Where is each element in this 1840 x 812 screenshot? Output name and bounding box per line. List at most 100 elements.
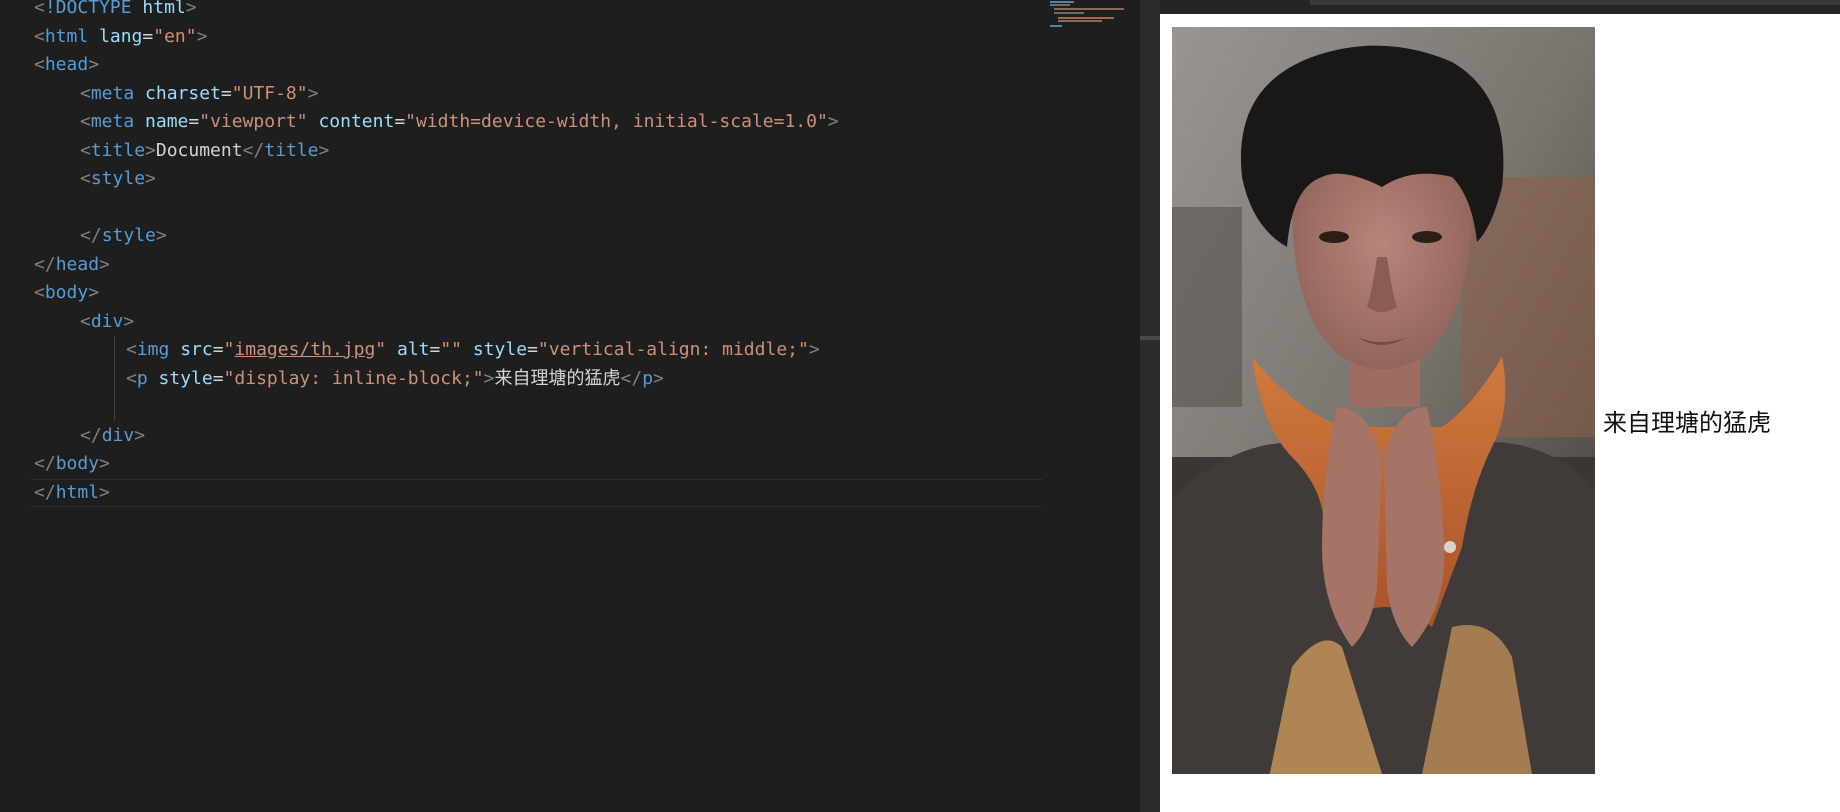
minimap-line bbox=[1054, 12, 1084, 14]
token-punct: < bbox=[34, 25, 45, 47]
token-punct: > bbox=[653, 367, 664, 389]
token-tag: title bbox=[264, 139, 319, 161]
code-editor[interactable]: <!DOCTYPE html> <html lang="en"> <head> … bbox=[0, 0, 1140, 812]
code-line-head-open: <head> bbox=[34, 51, 1039, 80]
token-punct: > bbox=[88, 282, 100, 303]
token-doctype: !DOCTYPE bbox=[44, 0, 132, 18]
code-line-style-close: </style> bbox=[34, 222, 1039, 251]
minimap-line bbox=[1054, 8, 1124, 10]
token-punct: > bbox=[307, 82, 319, 104]
preview-tab-strip[interactable] bbox=[1310, 0, 1840, 5]
token-eq: = bbox=[429, 339, 441, 360]
token-punct: > bbox=[145, 139, 156, 161]
token-attr: style bbox=[462, 339, 528, 360]
token-punct: > bbox=[808, 339, 820, 360]
token-punct: </ bbox=[34, 481, 56, 503]
code-line-html-open: <html lang="en"> bbox=[34, 23, 1039, 52]
token-punct: < bbox=[34, 54, 45, 75]
minimap-line bbox=[1050, 4, 1070, 6]
token-eq: = bbox=[220, 82, 232, 104]
code-line-title: <title>Document</title> bbox=[34, 137, 1039, 166]
splitter-handle[interactable] bbox=[1140, 336, 1160, 340]
token-punct: > bbox=[196, 25, 208, 47]
portrait-photo bbox=[1172, 27, 1595, 774]
token-text: 来自理塘的猛虎 bbox=[494, 367, 621, 389]
token-punct: > bbox=[99, 481, 110, 503]
code-line-div-open: <div> bbox=[34, 308, 1039, 337]
code-line-body-close: </body> bbox=[34, 450, 1039, 479]
token-punct: </ bbox=[242, 139, 265, 161]
token-punct: < bbox=[80, 168, 91, 189]
token-tag: head bbox=[44, 54, 89, 75]
token-punct: > bbox=[134, 424, 146, 446]
token-punct: < bbox=[126, 339, 137, 360]
token-punct: < bbox=[80, 139, 91, 161]
code-line-head-close: </head> bbox=[34, 251, 1039, 280]
token-attr: content bbox=[307, 111, 395, 132]
token-tag: p bbox=[136, 367, 148, 389]
token-punct: < bbox=[80, 310, 91, 332]
token-eq: = bbox=[212, 367, 224, 389]
minimap[interactable] bbox=[1048, 0, 1124, 30]
token-punct: </ bbox=[80, 225, 102, 246]
token-punct: </ bbox=[34, 253, 56, 275]
code-line-doctype: <!DOCTYPE html> bbox=[34, 0, 1039, 23]
code-line-img: <img src="images/th.jpg" alt="" style="v… bbox=[34, 336, 1039, 365]
code-line-meta-viewport: <meta name="viewport" content="width=dev… bbox=[34, 108, 1039, 137]
token-doctype-name: html bbox=[142, 0, 186, 18]
token-tag: style bbox=[90, 168, 146, 189]
code-line-style-open: <style> bbox=[34, 165, 1039, 194]
token-tag: meta bbox=[90, 82, 135, 104]
token-punct: </ bbox=[34, 453, 56, 474]
token-punct: > bbox=[123, 310, 135, 332]
token-tag: html bbox=[44, 25, 89, 47]
token-punct: > bbox=[99, 453, 110, 474]
code-line-p: <p style="display: inline-block;">来自理塘的猛… bbox=[34, 365, 1039, 394]
token-eq: = bbox=[212, 339, 224, 360]
token-tag: body bbox=[44, 282, 89, 303]
token-punct: </ bbox=[80, 424, 102, 446]
token-tag: head bbox=[55, 253, 100, 275]
minimap-line bbox=[1058, 17, 1114, 19]
token-string: "UTF-8" bbox=[231, 82, 308, 104]
token-eq: = bbox=[142, 25, 154, 47]
token-punct: </ bbox=[620, 367, 643, 389]
code-area[interactable]: <!DOCTYPE html> <html lang="en"> <head> … bbox=[30, 0, 1043, 507]
token-punct: < bbox=[126, 367, 137, 389]
code-line-body-open: <body> bbox=[34, 279, 1039, 308]
preview-image bbox=[1172, 27, 1595, 774]
token-eq: = bbox=[188, 111, 200, 132]
token-punct: > bbox=[318, 139, 330, 161]
token-punct: > bbox=[145, 168, 156, 189]
token-attr: charset bbox=[134, 82, 221, 104]
token-punct: > bbox=[827, 111, 839, 132]
token-tag: style bbox=[101, 225, 156, 246]
token-attr: name bbox=[134, 111, 189, 132]
token-attr: lang bbox=[88, 25, 143, 47]
preview-caption: 来自理塘的猛虎 bbox=[1603, 409, 1771, 437]
panel-splitter[interactable] bbox=[1140, 0, 1160, 812]
token-tag: title bbox=[90, 139, 146, 161]
token-string: " bbox=[223, 339, 235, 360]
minimap-line bbox=[1058, 20, 1102, 22]
token-attr: style bbox=[147, 367, 213, 389]
browser-preview: 来自理塘的猛虎 bbox=[1160, 0, 1840, 812]
token-string: "display: inline-block;" bbox=[223, 367, 484, 389]
code-line-meta-charset: <meta charset="UTF-8"> bbox=[34, 80, 1039, 109]
token-string: "viewport" bbox=[199, 111, 308, 132]
token-punct: < bbox=[34, 282, 45, 303]
minimap-line bbox=[1050, 1, 1074, 3]
image-path-link[interactable]: images/th.jpg bbox=[234, 339, 375, 360]
token-tag: meta bbox=[90, 111, 135, 132]
token-punct: > bbox=[483, 367, 495, 389]
token-tag: body bbox=[55, 453, 100, 474]
token-punct: > bbox=[88, 54, 100, 75]
token-string: "width=device-width, initial-scale=1.0" bbox=[405, 111, 828, 132]
token-eq: = bbox=[527, 339, 538, 360]
token-string: "" bbox=[440, 339, 463, 360]
token-attr: src bbox=[169, 339, 213, 360]
token-string: "en" bbox=[153, 25, 197, 47]
indent-guide bbox=[114, 336, 115, 421]
